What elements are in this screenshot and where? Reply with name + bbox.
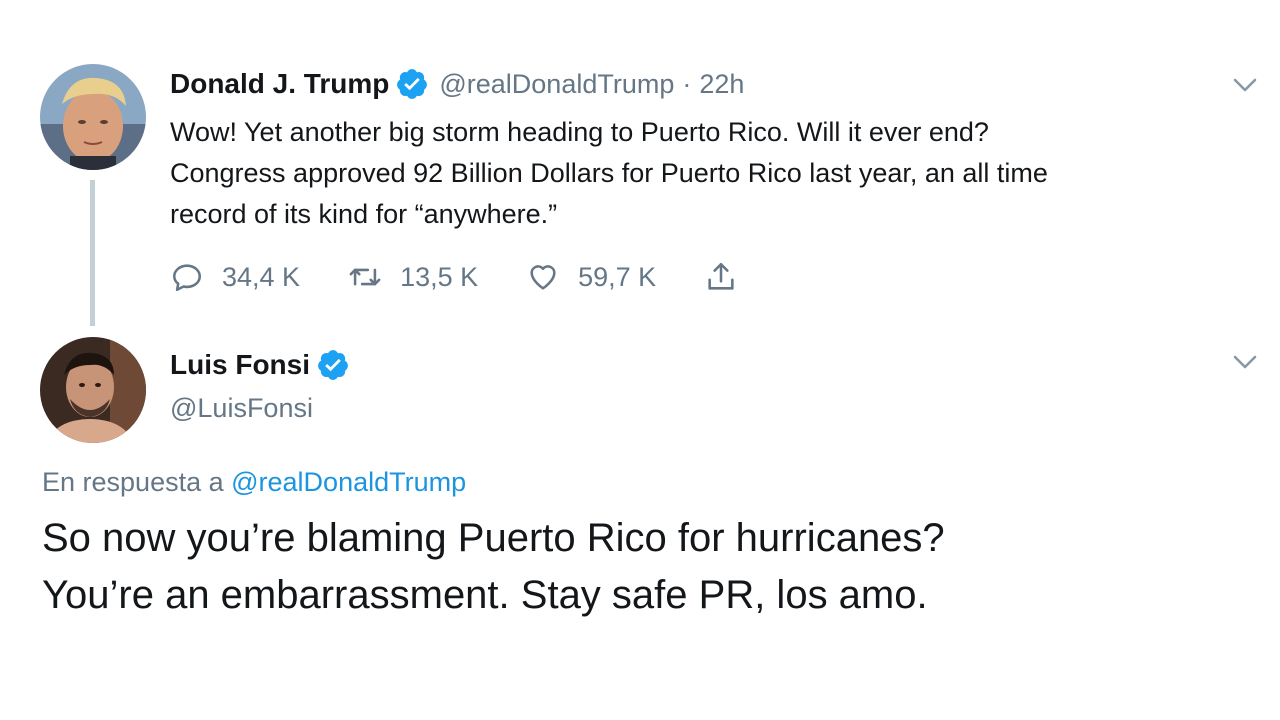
tweet1-display-name[interactable]: Donald J. Trump xyxy=(170,68,389,100)
chevron-down-icon[interactable] xyxy=(1232,75,1258,95)
reply-button[interactable]: 34,4 K xyxy=(170,260,300,294)
reply-count: 34,4 K xyxy=(222,261,301,292)
chevron-down-icon[interactable] xyxy=(1232,352,1258,372)
reply-mention-link[interactable]: @realDonaldTrump xyxy=(231,467,466,497)
reply-icon xyxy=(172,264,202,292)
tweet2-display-name[interactable]: Luis Fonsi xyxy=(170,349,310,381)
retweet-count: 13,5 K xyxy=(400,261,479,292)
tweet2-text-line: You’re an embarrassment. Stay safe PR, l… xyxy=(42,573,928,617)
tweet2-header: Luis Fonsi xyxy=(170,348,360,382)
share-icon xyxy=(708,262,734,290)
tweet1-text-line: Congress approved 92 Billion Dollars for… xyxy=(170,158,1048,188)
tweet1-header: Donald J. Trump @realDonaldTrump · 22h xyxy=(170,64,744,104)
tweet1-text-line: record of its kind for “anywhere.” xyxy=(170,199,558,229)
retweet-icon xyxy=(349,268,381,286)
heart-icon xyxy=(530,265,556,290)
verified-badge-icon xyxy=(316,348,350,382)
tweet1-timestamp[interactable]: 22h xyxy=(699,69,744,100)
tweet1-text-line: Wow! Yet another big storm heading to Pu… xyxy=(170,117,989,147)
verified-badge-icon xyxy=(395,67,429,101)
share-button[interactable] xyxy=(704,260,756,294)
tweet1-handle[interactable]: @realDonaldTrump xyxy=(439,69,674,100)
avatar-donald-trump[interactable] xyxy=(40,64,146,170)
tweet2-text: So now you’re blaming Puerto Rico for hu… xyxy=(42,510,1242,624)
like-count: 59,7 K xyxy=(578,261,657,292)
tweet2-text-line: So now you’re blaming Puerto Rico for hu… xyxy=(42,516,945,560)
tweet1-text: Wow! Yet another big storm heading to Pu… xyxy=(170,112,1260,235)
reply-prefix: En respuesta a xyxy=(42,467,232,497)
avatar-luis-fonsi[interactable] xyxy=(40,337,146,443)
reply-context: En respuesta a @realDonaldTrump xyxy=(42,467,466,498)
retweet-button[interactable]: 13,5 K xyxy=(348,260,478,294)
thread-connector-line xyxy=(90,180,95,326)
like-button[interactable]: 59,7 K xyxy=(526,260,656,294)
separator-dot: · xyxy=(682,68,692,99)
tweet1-actions: 34,4 K 13,5 K 59,7 K xyxy=(170,252,804,302)
tweet2-handle[interactable]: @LuisFonsi xyxy=(170,393,313,424)
